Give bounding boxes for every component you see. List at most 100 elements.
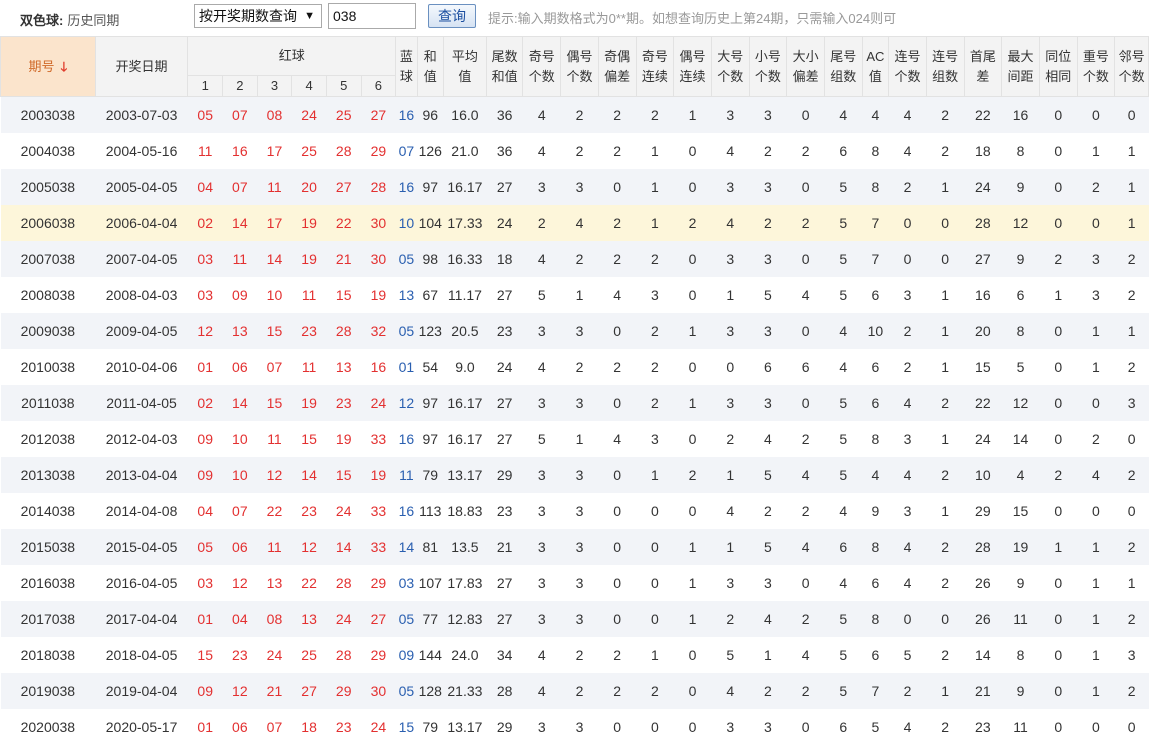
stat-cell: 2: [749, 133, 787, 169]
stat-cell: 2: [786, 205, 825, 241]
red-ball-cell: 27: [361, 96, 396, 133]
red-ball-cell: 28: [326, 637, 362, 673]
stat-cell: 1: [673, 565, 712, 601]
stat-cell: 0: [786, 241, 825, 277]
col-stat-header[interactable]: 首尾差: [963, 36, 1003, 97]
red-ball-cell: 06: [222, 709, 258, 745]
table-row[interactable]: 2020038 2020-05-17 01 06 07 18 23 24 15 79 13.17 29…: [0, 709, 1149, 745]
table-row[interactable]: 2013038 2013-04-04 09 10 12 14 15 19 11 79 13.17 29…: [0, 457, 1149, 493]
red-ball-cell: 17: [257, 133, 292, 169]
red-ball-cell: 25: [326, 96, 362, 133]
col-stat-header[interactable]: 奇偶 偏差: [597, 36, 637, 97]
stat-cell: 18: [964, 133, 1002, 169]
col-stat-header[interactable]: 连号 个数: [888, 36, 927, 97]
table-row[interactable]: 2005038 2005-04-05 04 07 11 20 27 28 16 97 16.17 27…: [0, 169, 1149, 205]
stat-cell: 3: [522, 169, 561, 205]
red-ball-cell: 03: [187, 241, 223, 277]
stat-header-line1: 同位: [1045, 48, 1072, 64]
stat-cell: 8: [862, 133, 889, 169]
red-ball-cell: 10: [222, 421, 258, 457]
table-row[interactable]: 2003038 2003-07-03 05 07 08 24 25 27 16 96 16.0 36 4…: [0, 96, 1149, 133]
stat-header-line1: 首尾: [969, 48, 996, 64]
stat-cell: 4: [862, 457, 889, 493]
table-row[interactable]: 2019038 2019-04-04 09 12 21 27 29 30 05 128 21.33 2…: [0, 673, 1149, 709]
stat-header-line2: 连续: [679, 68, 706, 84]
stat-cell: 21.33: [443, 673, 487, 709]
col-stat-header[interactable]: 奇号 连续: [635, 36, 675, 97]
col-stat-header[interactable]: 和值: [416, 36, 445, 97]
col-red-ball-6: 6: [360, 75, 397, 97]
col-stat-header[interactable]: 偶号 连续: [673, 36, 712, 97]
stat-cell: 1: [1077, 637, 1115, 673]
period-input[interactable]: 038: [328, 3, 416, 29]
col-stat-header[interactable]: 大小 偏差: [786, 36, 825, 97]
col-stat-header[interactable]: 邻号 个数: [1114, 36, 1149, 97]
table-row[interactable]: 2011038 2011-04-05 02 14 15 19 23 24 12 97 16.17 27…: [0, 385, 1149, 421]
stat-cell: 4: [711, 673, 750, 709]
table-row[interactable]: 2018038 2018-04-05 15 23 24 25 28 29 09 144 24.0 34…: [0, 637, 1149, 673]
query-button[interactable]: 查询: [428, 4, 476, 28]
col-stat-header[interactable]: 蓝球: [395, 36, 418, 97]
table-row[interactable]: 2012038 2012-04-03 09 10 11 15 19 33 16 97 16.17 27…: [0, 421, 1149, 457]
date-cell: 2003-07-03: [95, 96, 188, 133]
red-ball-cell: 08: [257, 601, 292, 637]
stat-cell: 4: [522, 673, 561, 709]
stat-header-line2: 个数: [528, 68, 555, 84]
stat-cell: 36: [486, 133, 523, 169]
stat-cell: 4: [560, 205, 599, 241]
red-ball-cell: 11: [291, 277, 327, 313]
stat-cell: 4: [888, 709, 927, 745]
stat-cell: 2: [926, 385, 964, 421]
stat-cell: 0: [598, 565, 637, 601]
table-row[interactable]: 2015038 2015-04-05 05 06 11 12 14 33 14 81 13.5 21 3…: [0, 529, 1149, 565]
blue-ball-cell: 05: [395, 241, 418, 277]
col-stat-header[interactable]: 重号 个数: [1076, 36, 1116, 97]
stat-cell: 1: [636, 205, 674, 241]
col-stat-header[interactable]: 小号 个数: [748, 36, 788, 97]
stat-cell: 6: [824, 709, 863, 745]
col-stat-header[interactable]: 最大 间距: [1001, 36, 1040, 97]
stat-cell: 28: [964, 529, 1002, 565]
red-ball-cell: 29: [361, 565, 396, 601]
table-row[interactable]: 2016038 2016-04-05 03 12 13 22 28 29 03 107 17.83 2…: [0, 565, 1149, 601]
stat-cell: 1: [1114, 205, 1149, 241]
col-period-header[interactable]: 期号 🡓: [0, 36, 96, 97]
stat-cell: 4: [711, 493, 750, 529]
page-title: 双色球: 历史同期: [20, 10, 119, 29]
col-stat-header[interactable]: 尾数 和值: [485, 36, 524, 97]
table-row[interactable]: 2006038 2006-04-04 02 14 17 19 22 30 10 104 17.33 2…: [0, 205, 1149, 241]
table-row[interactable]: 2010038 2010-04-06 01 06 07 11 13 16 01 54 9.0 24 4 2…: [0, 349, 1149, 385]
stat-cell: 2: [1077, 169, 1115, 205]
stat-cell: 5: [522, 421, 561, 457]
stat-cell: 4: [522, 241, 561, 277]
table-row[interactable]: 2017038 2017-04-04 01 04 08 13 24 27 05 77 12.83 27…: [0, 601, 1149, 637]
stat-cell: 0: [1077, 709, 1115, 745]
stat-cell: 3: [560, 385, 599, 421]
table-row[interactable]: 2008038 2008-04-03 03 09 10 11 15 19 13 67 11.17 27…: [0, 277, 1149, 313]
stat-cell: 5: [749, 457, 787, 493]
page-subtitle: 历史同期: [67, 13, 120, 28]
col-stat-header[interactable]: 连号 组数: [925, 36, 965, 97]
col-date-header[interactable]: 开奖日期: [94, 36, 189, 97]
col-stat-header[interactable]: 同位 相同: [1038, 36, 1078, 97]
stat-cell: 1: [711, 529, 750, 565]
col-stat-header[interactable]: 大号 个数: [710, 36, 750, 97]
red-ball-cell: 09: [222, 277, 258, 313]
col-stat-header[interactable]: AC 值: [861, 36, 890, 97]
col-stat-header[interactable]: 偶号 个数: [560, 36, 599, 97]
col-stat-header[interactable]: 奇号 个数: [522, 36, 562, 97]
table-row[interactable]: 2014038 2014-04-08 04 07 22 23 24 33 16 113 18.83 2…: [0, 493, 1149, 529]
col-stat-header[interactable]: 尾号 组数: [823, 36, 863, 97]
stat-cell: 2: [673, 457, 712, 493]
query-mode-select[interactable]: 按开奖期数查询 ▼: [194, 4, 322, 28]
table-row[interactable]: 2007038 2007-04-05 03 11 14 19 21 30 05 98 16.33 18…: [0, 241, 1149, 277]
stat-header-line1: 奇号: [641, 48, 668, 64]
stat-cell: 12.83: [443, 601, 487, 637]
stat-cell: 0: [1039, 709, 1078, 745]
table-row[interactable]: 2004038 2004-05-16 11 16 17 25 28 29 07 126 21.0 36…: [0, 133, 1149, 169]
col-stat-header[interactable]: 平均值: [443, 36, 487, 97]
stat-cell: 4: [711, 133, 750, 169]
stat-cell: 98: [417, 241, 444, 277]
table-row[interactable]: 2009038 2009-04-05 12 13 15 23 28 32 05 123 20.5 23…: [0, 313, 1149, 349]
stat-cell: 0: [786, 565, 825, 601]
